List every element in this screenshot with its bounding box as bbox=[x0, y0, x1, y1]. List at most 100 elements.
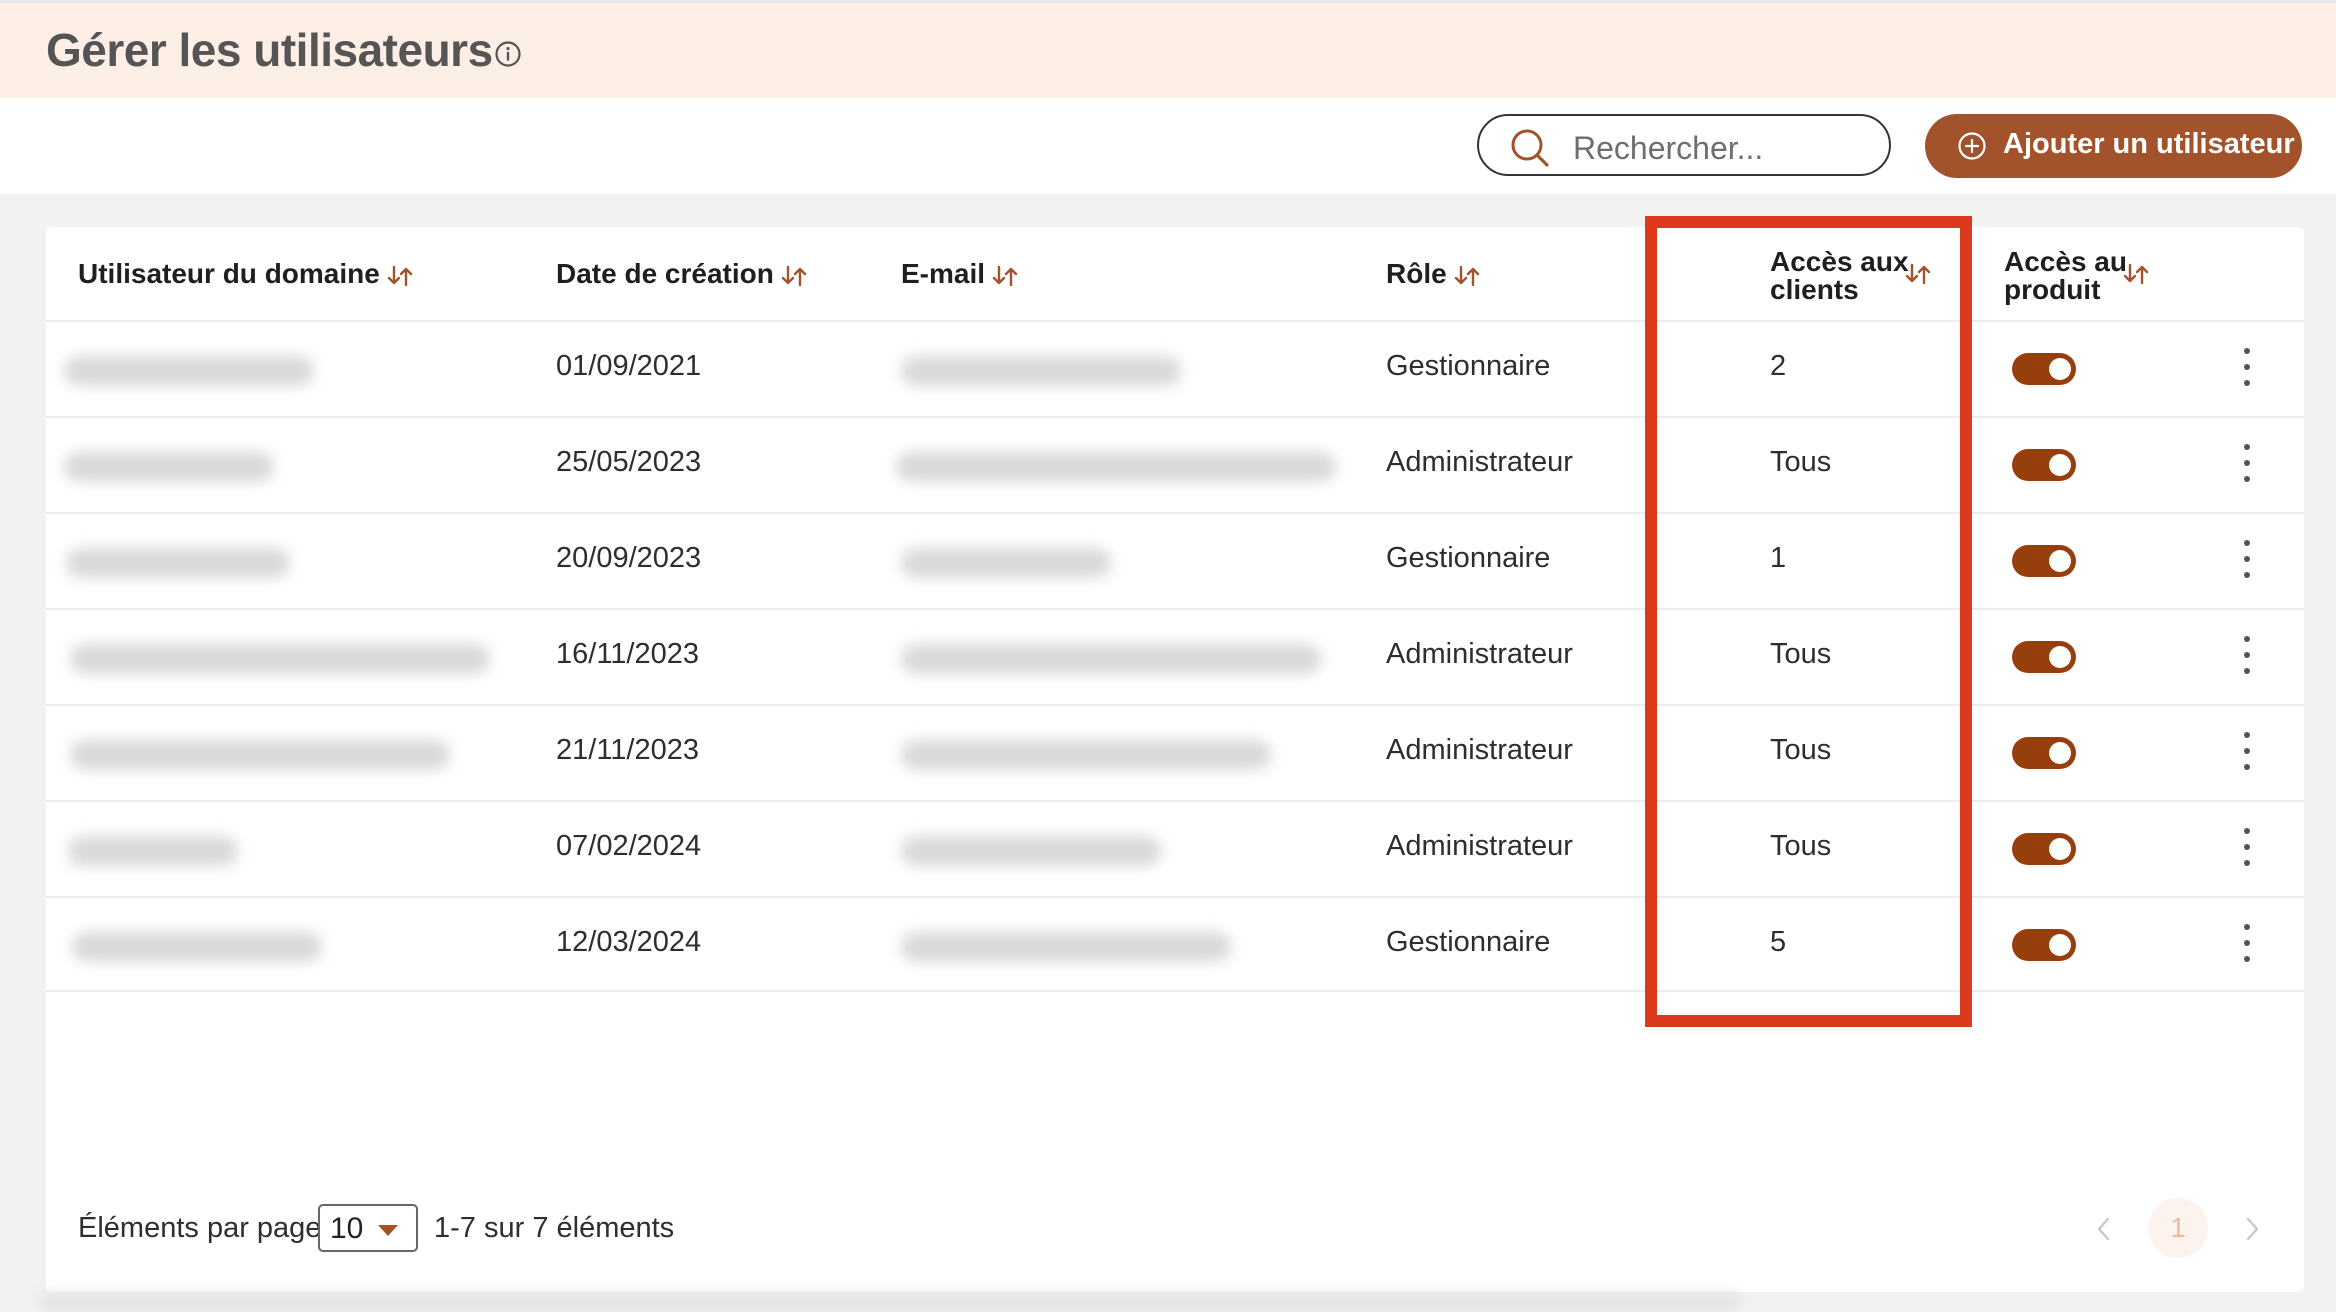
table-row[interactable]: 12/03/2024 Gestionnaire 5 bbox=[46, 896, 2304, 992]
redacted-username bbox=[64, 356, 314, 386]
toggle-knob bbox=[2049, 358, 2071, 380]
more-options-icon[interactable] bbox=[2242, 828, 2252, 872]
created-date: 20/09/2023 bbox=[556, 542, 702, 574]
table-row[interactable]: 21/11/2023 Administrateur Tous bbox=[46, 704, 2304, 800]
plus-circle-icon bbox=[1958, 132, 1986, 160]
page-size-select[interactable]: 10 bbox=[318, 1204, 418, 1252]
card-shadow bbox=[40, 1292, 1740, 1312]
redacted-username bbox=[66, 548, 290, 578]
table-row[interactable]: 01/09/2021 Gestionnaire 2 bbox=[46, 320, 2304, 416]
column-header-email[interactable]: E-mail bbox=[901, 260, 1019, 288]
more-options-icon[interactable] bbox=[2242, 348, 2252, 392]
column-header-email-label: E-mail bbox=[901, 258, 986, 289]
client-access-value: Tous bbox=[1770, 638, 1832, 670]
page-number-current[interactable]: 1 bbox=[2148, 1198, 2208, 1258]
created-date: 16/11/2023 bbox=[556, 638, 699, 670]
role-value: Gestionnaire bbox=[1386, 350, 1551, 382]
redacted-username bbox=[68, 836, 238, 866]
redacted-email bbox=[901, 356, 1181, 386]
users-table: Utilisateur du domaine Date de création … bbox=[46, 216, 2304, 1292]
column-header-product-access-line2: produit bbox=[2004, 274, 2101, 305]
role-value: Administrateur bbox=[1386, 638, 1573, 670]
column-header-role[interactable]: Rôle bbox=[1386, 260, 1481, 288]
column-header-client-access-line2: clients bbox=[1770, 274, 1859, 305]
search-placeholder: Rechercher... bbox=[1573, 130, 1764, 166]
client-access-value: 1 bbox=[1770, 542, 1787, 574]
add-user-button[interactable]: Ajouter un utilisateur bbox=[1925, 114, 2302, 178]
product-access-toggle[interactable] bbox=[2012, 737, 2076, 769]
product-access-toggle[interactable] bbox=[2012, 449, 2076, 481]
role-value: Gestionnaire bbox=[1386, 542, 1551, 574]
created-date: 21/11/2023 bbox=[556, 734, 699, 766]
toggle-knob bbox=[2049, 550, 2071, 572]
created-date: 12/03/2024 bbox=[556, 926, 702, 958]
redacted-email bbox=[901, 740, 1271, 770]
client-access-value: Tous bbox=[1770, 446, 1832, 478]
column-header-client-access[interactable]: Accès aux clients bbox=[1770, 248, 1909, 304]
created-date: 01/09/2021 bbox=[556, 350, 702, 382]
created-date: 07/02/2024 bbox=[556, 830, 702, 862]
search-icon bbox=[1511, 129, 1549, 167]
sort-icon bbox=[992, 265, 1018, 286]
redacted-email bbox=[896, 452, 1336, 482]
search-input[interactable]: Rechercher... bbox=[1477, 114, 1891, 176]
role-value: Administrateur bbox=[1386, 734, 1573, 766]
redacted-email bbox=[901, 548, 1111, 578]
sort-icon[interactable] bbox=[2122, 262, 2150, 286]
page-size-value: 10 bbox=[330, 1212, 364, 1245]
toggle-knob bbox=[2049, 838, 2071, 860]
sort-icon[interactable] bbox=[1904, 262, 1932, 286]
column-header-product-access-line1: Accès au bbox=[2004, 246, 2127, 277]
more-options-icon[interactable] bbox=[2242, 924, 2252, 968]
add-user-label: Ajouter un utilisateur bbox=[2003, 128, 2295, 160]
redacted-username bbox=[70, 740, 450, 770]
client-access-value: Tous bbox=[1770, 734, 1832, 766]
column-header-user-label: Utilisateur du domaine bbox=[78, 258, 380, 289]
product-access-toggle[interactable] bbox=[2012, 929, 2076, 961]
toggle-knob bbox=[2049, 934, 2071, 956]
table-row[interactable]: 16/11/2023 Administrateur Tous bbox=[46, 608, 2304, 704]
column-header-role-label: Rôle bbox=[1386, 258, 1447, 289]
client-access-value: 2 bbox=[1770, 350, 1787, 382]
table-row[interactable]: 07/02/2024 Administrateur Tous bbox=[46, 800, 2304, 896]
client-access-value: Tous bbox=[1770, 830, 1832, 862]
redacted-username bbox=[72, 932, 322, 962]
chevron-right-icon[interactable] bbox=[2240, 1214, 2264, 1244]
page-title: Gérer les utilisateurs bbox=[46, 24, 493, 76]
column-header-created[interactable]: Date de création bbox=[556, 260, 808, 288]
toggle-knob bbox=[2049, 646, 2071, 668]
info-circle-icon[interactable] bbox=[494, 40, 522, 68]
chevron-left-icon[interactable] bbox=[2092, 1214, 2116, 1244]
role-value: Gestionnaire bbox=[1386, 926, 1551, 958]
redacted-email bbox=[901, 644, 1321, 674]
role-value: Administrateur bbox=[1386, 830, 1573, 862]
role-value: Administrateur bbox=[1386, 446, 1573, 478]
product-access-toggle[interactable] bbox=[2012, 641, 2076, 673]
sort-icon bbox=[781, 265, 807, 286]
toolbar: Rechercher... Ajouter un utilisateur bbox=[0, 98, 2336, 194]
column-header-product-access[interactable]: Accès au produit bbox=[2004, 248, 2127, 304]
caret-down-icon bbox=[378, 1225, 398, 1236]
created-date: 25/05/2023 bbox=[556, 446, 702, 478]
product-access-toggle[interactable] bbox=[2012, 833, 2076, 865]
column-header-created-label: Date de création bbox=[556, 258, 774, 289]
table-row[interactable]: 20/09/2023 Gestionnaire 1 bbox=[46, 512, 2304, 608]
sort-icon bbox=[1454, 265, 1479, 286]
more-options-icon[interactable] bbox=[2242, 540, 2252, 584]
sort-icon bbox=[387, 265, 413, 286]
column-header-user[interactable]: Utilisateur du domaine bbox=[78, 260, 414, 288]
redacted-username bbox=[64, 452, 274, 482]
redacted-username bbox=[70, 644, 490, 674]
pagination-range: 1-7 sur 7 éléments bbox=[434, 1212, 675, 1244]
more-options-icon[interactable] bbox=[2242, 732, 2252, 776]
toggle-knob bbox=[2049, 454, 2071, 476]
more-options-icon[interactable] bbox=[2242, 636, 2252, 680]
table-row[interactable]: 25/05/2023 Administrateur Tous bbox=[46, 416, 2304, 512]
items-per-page-label: Éléments par page bbox=[78, 1212, 322, 1244]
page-header: Gérer les utilisateurs bbox=[0, 0, 2336, 98]
toggle-knob bbox=[2049, 742, 2071, 764]
client-access-value: 5 bbox=[1770, 926, 1787, 958]
more-options-icon[interactable] bbox=[2242, 444, 2252, 488]
product-access-toggle[interactable] bbox=[2012, 545, 2076, 577]
product-access-toggle[interactable] bbox=[2012, 353, 2076, 385]
